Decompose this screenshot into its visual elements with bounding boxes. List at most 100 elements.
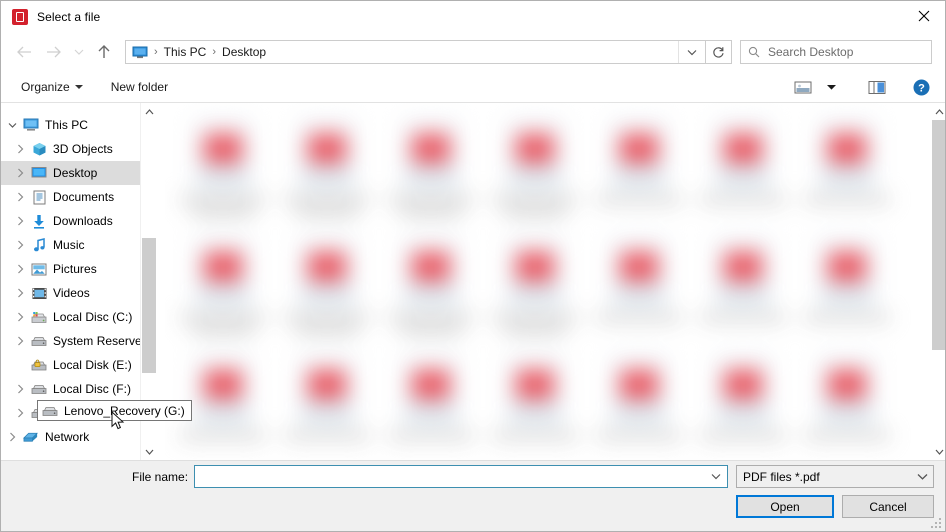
scroll-up-button[interactable] (931, 103, 945, 120)
file-name-text (388, 195, 474, 204)
pdf-file-icon (612, 355, 666, 423)
close-button[interactable] (901, 1, 945, 31)
sidebar-item-label: Documents (53, 190, 115, 204)
sidebar-item-music[interactable]: Music (1, 233, 143, 257)
sidebar-item-this-pc[interactable]: This PC (1, 113, 143, 137)
drive-icon (31, 333, 47, 349)
file-name-text (505, 208, 565, 217)
list-item[interactable] (171, 225, 275, 343)
file-name-field[interactable] (195, 466, 705, 487)
list-item[interactable] (275, 225, 379, 343)
scroll-up-button[interactable] (141, 103, 157, 120)
locked-drive-icon (31, 357, 47, 373)
resize-grip-icon[interactable] (930, 517, 942, 529)
file-name-input[interactable] (194, 465, 728, 488)
list-item[interactable] (691, 107, 795, 225)
chevron-right-icon[interactable] (1, 425, 23, 449)
file-name-text (180, 313, 266, 322)
breadcrumb-separator: › (212, 45, 217, 58)
chevron-right-icon[interactable] (9, 209, 31, 233)
list-item[interactable] (275, 107, 379, 225)
list-item[interactable] (483, 107, 587, 225)
new-folder-button[interactable]: New folder (103, 76, 176, 98)
back-arrow-icon[interactable] (9, 37, 39, 67)
sidebar-item-3d-objects[interactable]: 3D Objects (1, 137, 143, 161)
scroll-down-button[interactable] (931, 443, 945, 460)
list-item[interactable] (587, 107, 691, 225)
list-item[interactable] (795, 225, 899, 343)
organize-label: Organize (21, 80, 70, 94)
organize-button[interactable]: Organize (13, 76, 91, 98)
chevron-right-icon[interactable] (9, 281, 31, 305)
list-item[interactable] (691, 343, 795, 460)
list-item[interactable] (483, 225, 587, 343)
list-item[interactable] (587, 343, 691, 460)
list-item[interactable] (483, 343, 587, 460)
chevron-right-icon[interactable] (9, 257, 31, 281)
scroll-down-button[interactable] (141, 443, 157, 460)
file-name-dropdown-button[interactable] (705, 466, 727, 487)
breadcrumb[interactable]: › This PC › Desktop (125, 40, 706, 64)
list-item[interactable] (795, 343, 899, 460)
chevron-down-icon[interactable] (1, 113, 23, 137)
list-item[interactable] (587, 225, 691, 343)
file-list-scrollbar[interactable] (931, 103, 945, 460)
sidebar-item-label: Network (45, 430, 90, 444)
chevron-right-icon[interactable] (9, 401, 31, 425)
help-icon[interactable]: ? (907, 75, 935, 99)
breadcrumb-dropdown-button[interactable] (678, 41, 705, 63)
file-list-view[interactable] (165, 103, 931, 460)
up-arrow-icon[interactable] (89, 37, 119, 67)
new-folder-label: New folder (110, 80, 169, 94)
breadcrumb-item-this-pc[interactable]: This PC (164, 45, 207, 59)
sidebar-item-local-disk-e[interactable]: Local Disk (E:) (1, 353, 143, 377)
breadcrumb-item-desktop[interactable]: Desktop (222, 45, 266, 59)
chevron-right-icon[interactable] (9, 185, 31, 209)
pictures-icon (31, 261, 47, 277)
file-name-text (180, 195, 266, 204)
sidebar-item-network[interactable]: Network (1, 425, 143, 449)
recent-locations-chevron-icon[interactable] (69, 37, 89, 67)
file-name-text (596, 313, 682, 322)
title-bar: Select a file (1, 1, 945, 32)
sidebar-item-label: 3D Objects (53, 142, 113, 156)
list-item[interactable] (379, 107, 483, 225)
list-item[interactable] (171, 107, 275, 225)
list-item[interactable] (691, 225, 795, 343)
pdf-app-icon (12, 8, 28, 25)
chevron-right-icon[interactable] (9, 305, 31, 329)
view-dropdown-caret-icon[interactable] (817, 75, 845, 99)
sidebar-item-local-disc-f[interactable]: Local Disc (F:) (1, 377, 143, 401)
sidebar-item-desktop[interactable]: Desktop (1, 161, 157, 185)
search-input[interactable]: Search Desktop (740, 40, 932, 64)
view-layout-icon[interactable] (789, 75, 817, 99)
open-button[interactable]: Open (736, 495, 834, 518)
list-item[interactable] (379, 343, 483, 460)
file-name-text (401, 208, 461, 217)
chevron-down-icon[interactable] (911, 466, 933, 487)
list-item[interactable] (275, 343, 379, 460)
sidebar-item-videos[interactable]: Videos (1, 281, 143, 305)
sidebar-item-documents[interactable]: Documents (1, 185, 143, 209)
chevron-right-icon[interactable] (9, 161, 31, 185)
sidebar-item-pictures[interactable]: Pictures (1, 257, 143, 281)
list-item[interactable] (379, 225, 483, 343)
scrollbar-thumb[interactable] (142, 238, 156, 373)
scrollbar-thumb[interactable] (932, 120, 945, 350)
sidebar-item-local-disc-c[interactable]: Local Disc (C:) (1, 305, 143, 329)
cancel-button[interactable]: Cancel (842, 495, 934, 518)
sidebar-item-system-reserved[interactable]: System Reserved (1, 329, 148, 353)
list-item[interactable] (795, 107, 899, 225)
pdf-file-icon (300, 355, 354, 423)
file-name-text (193, 326, 253, 335)
chevron-right-icon[interactable] (9, 329, 31, 353)
file-type-select[interactable]: PDF files *.pdf (736, 465, 934, 488)
chevron-right-icon[interactable] (9, 137, 31, 161)
sidebar-item-downloads[interactable]: Downloads (1, 209, 143, 233)
chevron-right-icon[interactable] (9, 233, 31, 257)
chevron-right-icon[interactable] (9, 377, 31, 401)
preview-pane-icon[interactable] (863, 75, 891, 99)
this-pc-icon (132, 46, 148, 59)
forward-arrow-icon[interactable] (39, 37, 69, 67)
refresh-button[interactable] (706, 40, 732, 64)
